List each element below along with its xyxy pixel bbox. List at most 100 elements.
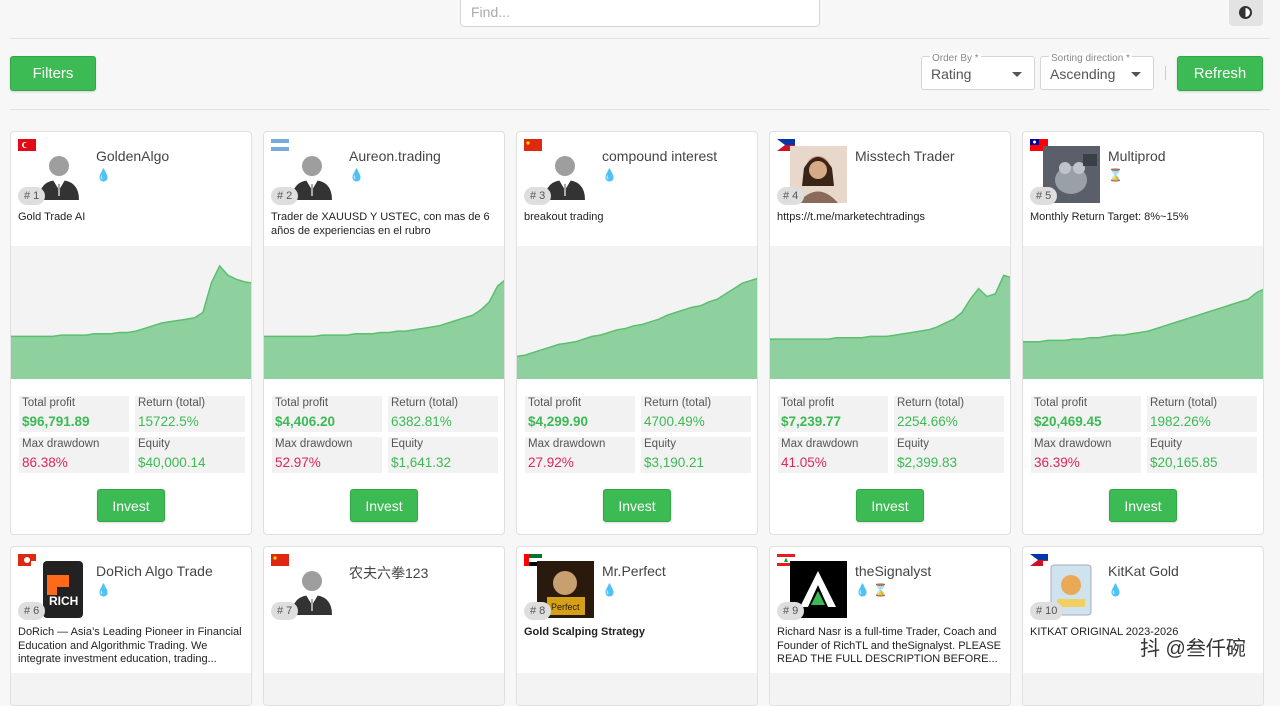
status-badge: 💧 [96, 583, 111, 597]
drawdown-stat: Max drawdown 86.38% [19, 437, 129, 473]
flame-icon: 💧 [602, 168, 617, 182]
status-badge: ⌛ [1108, 168, 1123, 182]
invest-button[interactable]: Invest [603, 489, 671, 522]
rank-badge: # 9 [777, 602, 805, 620]
sort-direction-value: Ascending [1050, 66, 1116, 82]
return-stat: Return (total) 2254.66% [894, 396, 1004, 432]
equity-chart [1023, 246, 1263, 379]
chart-area [11, 266, 251, 379]
status-badge: 💧 ⌛ [855, 583, 888, 597]
chart-area [517, 278, 757, 379]
strategy-name[interactable]: Mr.Perfect [602, 563, 666, 579]
chevron-down-icon [1012, 72, 1022, 77]
strategy-card[interactable]: # 5 Multiprod ⌛ Monthly Return Target: 8%~1… [1022, 131, 1264, 535]
order-by-select[interactable]: Order By * Rating [921, 53, 1035, 90]
strategy-card[interactable]: Perfect # 8 Mr.Perfect 💧 Gold Scalping Strat… [516, 546, 758, 706]
svg-text:Perfect: Perfect [551, 602, 580, 612]
flame-icon: 💧 [96, 168, 111, 182]
return-stat: Return (total) 1982.26% [1147, 396, 1257, 432]
return-stat: Return (total) 4700.49% [641, 396, 751, 432]
strategy-description: Gold Scalping Strategy [524, 626, 646, 638]
equity-chart [517, 673, 757, 705]
strategy-name[interactable]: compound interest [602, 148, 717, 164]
strategy-name[interactable]: Multiprod [1108, 148, 1166, 164]
total-profit-stat: Total profit $96,791.89 [19, 396, 129, 432]
flame-icon: 💧 [1108, 583, 1123, 597]
flame-icon: 💧 [96, 583, 111, 597]
chart-area [264, 280, 504, 379]
invest-button[interactable]: Invest [1109, 489, 1177, 522]
strategy-description: DoRich — Asia’s Leading Pioneer in Finan… [18, 626, 242, 665]
equity-chart [264, 246, 504, 379]
rank-badge: # 10 [1030, 602, 1064, 620]
strategy-name[interactable]: DoRich Algo Trade [96, 563, 213, 579]
total-profit-stat: Total profit $4,299.90 [525, 396, 635, 432]
equity-stat: Equity $2,399.83 [894, 437, 1004, 473]
invest-button[interactable]: Invest [97, 489, 165, 522]
status-badge: 💧 [96, 168, 111, 182]
refresh-button[interactable]: Refresh [1177, 56, 1263, 91]
strategy-name[interactable]: theSignalyst [855, 563, 931, 579]
svg-text:RICH: RICH [49, 594, 78, 608]
strategy-name[interactable]: Aureon.trading [349, 148, 441, 164]
flame-icon: 💧 [602, 583, 617, 597]
strategy-description: https://t.me/marketechtradings [777, 211, 925, 223]
invest-button[interactable]: Invest [350, 489, 418, 522]
chart-area [770, 275, 1010, 379]
rank-badge: # 7 [271, 602, 299, 620]
rank-badge: # 2 [271, 187, 299, 205]
equity-stat: Equity $40,000.14 [135, 437, 245, 473]
equity-chart [770, 246, 1010, 379]
invest-button[interactable]: Invest [856, 489, 924, 522]
drawdown-stat: Max drawdown 36.39% [1031, 437, 1141, 473]
drawdown-stat: Max drawdown 41.05% [778, 437, 888, 473]
strategy-card[interactable]: # 1 GoldenAlgo 💧 Gold Trade AI Total profit $… [10, 131, 252, 535]
filters-button[interactable]: Filters [10, 56, 96, 91]
strategy-description: Gold Trade AI [18, 211, 86, 223]
strategy-description: Monthly Return Target: 8%~15% [1030, 211, 1189, 223]
sort-direction-select[interactable]: Sorting direction * Ascending [1040, 53, 1154, 90]
strategy-name[interactable]: 农夫六拳123 [349, 563, 428, 583]
rank-badge: # 8 [524, 602, 552, 620]
rank-badge: # 6 [18, 602, 46, 620]
status-badge: 💧 [602, 583, 617, 597]
rank-badge: # 3 [524, 187, 552, 205]
total-profit-stat: Total profit $20,469.45 [1031, 396, 1141, 432]
equity-chart [770, 673, 1010, 705]
contrast-icon [1239, 6, 1252, 19]
rank-badge: # 1 [18, 187, 46, 205]
flame-icon: 💧 [855, 583, 870, 597]
flame-icon: 💧 [349, 168, 364, 182]
strategy-name[interactable]: GoldenAlgo [96, 148, 169, 164]
strategy-name[interactable]: Misstech Trader [855, 148, 955, 164]
strategy-card[interactable]: # 4 Misstech Trader https://t.me/marketech… [769, 131, 1011, 535]
strategy-description: Richard Nasr is a full-time Trader, Coac… [777, 626, 1001, 665]
divider [1165, 66, 1166, 80]
chevron-down-icon [1131, 72, 1141, 77]
drawdown-stat: Max drawdown 52.97% [272, 437, 382, 473]
equity-stat: Equity $1,641.32 [388, 437, 498, 473]
equity-chart [517, 246, 757, 379]
strategy-card[interactable]: # 10 KitKat Gold 💧 KITKAT ORIGINAL 2023-202… [1022, 546, 1264, 706]
return-stat: Return (total) 15722.5% [135, 396, 245, 432]
strategy-card[interactable]: # 9 theSignalyst 💧 ⌛ Richard Nasr is a full… [769, 546, 1011, 706]
equity-stat: Equity $3,190.21 [641, 437, 751, 473]
search-input[interactable] [460, 0, 820, 27]
order-by-label: Order By * [930, 53, 981, 64]
theme-toggle-button[interactable] [1229, 0, 1263, 26]
strategy-card[interactable]: RICH # 6 DoRich Algo Trade 💧 DoRich — Asia’s… [10, 546, 252, 706]
strategy-card[interactable]: # 3 compound interest 💧 breakout trading Tot… [516, 131, 758, 535]
strategy-description: Trader de XAUUSD Y USTEC, con mas de 6 a… [271, 211, 490, 237]
equity-chart [11, 673, 251, 705]
hourglass-icon: ⌛ [873, 583, 889, 597]
strategy-name[interactable]: KitKat Gold [1108, 563, 1179, 579]
total-profit-stat: Total profit $4,406.20 [272, 396, 382, 432]
top-bar [0, 0, 1280, 38]
strategy-card[interactable]: # 7 农夫六拳123 [263, 546, 505, 706]
equity-chart [264, 673, 504, 705]
drawdown-stat: Max drawdown 27.92% [525, 437, 635, 473]
total-profit-stat: Total profit $7,239.77 [778, 396, 888, 432]
order-by-value: Rating [931, 66, 972, 82]
hourglass-icon: ⌛ [1108, 168, 1123, 182]
strategy-card[interactable]: # 2 Aureon.trading 💧 Trader de XAUUSD Y UST… [263, 131, 505, 535]
